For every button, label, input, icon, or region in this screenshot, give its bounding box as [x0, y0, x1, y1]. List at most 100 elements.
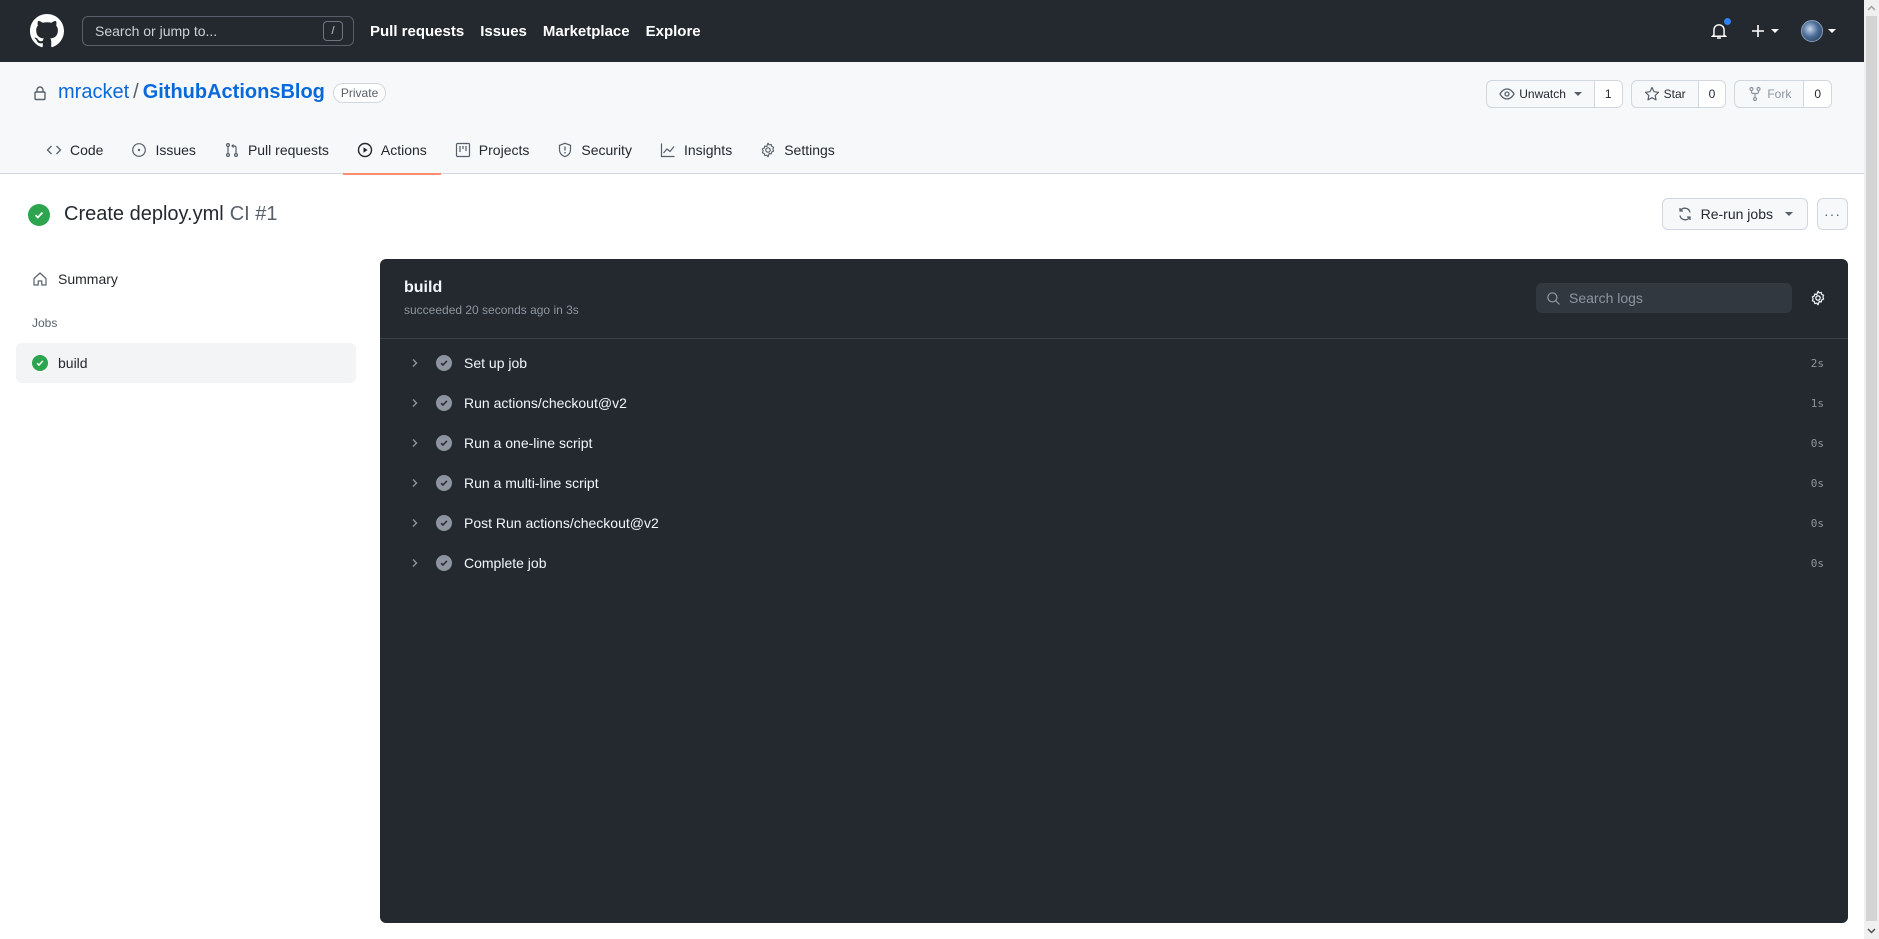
- repo-actions: Unwatch 1 Star 0 Fork 0: [1486, 80, 1832, 108]
- repo-title: mracket / GithubActionsBlog Private: [32, 81, 387, 104]
- step-label: Run actions/checkout@v2: [464, 395, 627, 411]
- watchers-count[interactable]: 1: [1594, 81, 1622, 107]
- graph-icon: [660, 142, 676, 158]
- nav-pull-requests[interactable]: Pull requests: [370, 23, 464, 40]
- step-label: Run a multi-line script: [464, 475, 599, 491]
- tab-insights[interactable]: Insights: [646, 126, 746, 174]
- gear-icon: [760, 142, 776, 158]
- star-label: Star: [1663, 87, 1686, 101]
- avatar: [1801, 20, 1823, 42]
- sidebar-job-build[interactable]: build: [16, 343, 356, 383]
- tab-label: Issues: [155, 142, 196, 158]
- jobs-heading: Jobs: [32, 316, 58, 330]
- step-duration: 0s: [1810, 476, 1824, 490]
- nav-explore[interactable]: Explore: [646, 23, 701, 40]
- step-check-icon: [436, 435, 452, 451]
- check-circle-icon: [28, 203, 50, 226]
- kebab-horizontal-icon: ···: [1824, 206, 1841, 222]
- rerun-jobs-label: Re-run jobs: [1700, 206, 1773, 222]
- run-sidebar: Summary Jobs build: [16, 262, 356, 383]
- step-check-icon: [436, 475, 452, 491]
- step-label: Set up job: [464, 355, 528, 371]
- global-search-input[interactable]: Search or jump to... /: [82, 16, 354, 46]
- code-icon: [46, 142, 62, 158]
- nav-issues[interactable]: Issues: [480, 23, 527, 40]
- fork-button-group: Fork 0: [1734, 80, 1832, 108]
- tab-actions[interactable]: Actions: [342, 126, 441, 175]
- search-shortcut-hint: /: [323, 21, 343, 41]
- tab-label: Settings: [784, 142, 835, 158]
- step-duration: 2s: [1810, 356, 1824, 370]
- unwatch-button[interactable]: Unwatch: [1487, 81, 1595, 107]
- chevron-down-icon: [1828, 29, 1836, 33]
- job-step[interactable]: Complete job 0s: [380, 543, 1848, 583]
- home-icon: [33, 272, 47, 286]
- step-label: Complete job: [464, 555, 547, 571]
- run-actions: Re-run jobs ···: [1661, 198, 1848, 230]
- shield-icon: [557, 142, 573, 158]
- global-header: Search or jump to... / Pull requests Iss…: [0, 0, 1864, 62]
- job-step[interactable]: Run actions/checkout@v2 1s: [380, 383, 1848, 423]
- play-icon: [357, 142, 373, 158]
- job-step[interactable]: Run a multi-line script 0s: [380, 463, 1848, 503]
- star-icon: [1644, 86, 1659, 101]
- nav-marketplace[interactable]: Marketplace: [543, 23, 630, 40]
- repo-name-link[interactable]: GithubActionsBlog: [143, 81, 325, 104]
- repo-tabs: Code Issues Pull requests Actions Projec…: [32, 126, 849, 175]
- job-steps-list: Set up job 2s Run actions/checkout@v2 1s…: [380, 339, 1848, 583]
- star-button-group: Star 0: [1630, 80, 1727, 108]
- tab-pull-requests[interactable]: Pull requests: [210, 126, 343, 174]
- chevron-down-icon: [1785, 212, 1793, 216]
- github-logo-icon[interactable]: [30, 14, 64, 48]
- tab-security[interactable]: Security: [543, 126, 646, 174]
- tab-settings[interactable]: Settings: [746, 126, 849, 174]
- fork-button[interactable]: Fork: [1735, 81, 1805, 107]
- step-duration: 0s: [1810, 556, 1824, 570]
- star-button[interactable]: Star: [1632, 81, 1699, 107]
- job-step[interactable]: Post Run actions/checkout@v2 0s: [380, 503, 1848, 543]
- tab-label: Code: [70, 142, 104, 158]
- run-workflow-number: CI #1: [229, 203, 278, 225]
- tab-label: Actions: [380, 142, 427, 158]
- global-search-placeholder: Search or jump to...: [95, 23, 218, 39]
- forks-count[interactable]: 0: [1804, 81, 1831, 107]
- notification-indicator: [1723, 17, 1732, 26]
- user-menu-button[interactable]: [1801, 20, 1836, 42]
- job-step[interactable]: Run a one-line script 0s: [380, 423, 1848, 463]
- chevron-right-icon: [412, 359, 418, 367]
- step-label: Post Run actions/checkout@v2: [464, 515, 659, 531]
- workflow-run-title: Create deploy.yml CI #1: [28, 203, 278, 226]
- stars-count[interactable]: 0: [1698, 81, 1726, 107]
- more-options-button[interactable]: ···: [1817, 198, 1848, 230]
- tab-issues[interactable]: Issues: [117, 126, 209, 174]
- chevron-right-icon: [412, 519, 418, 527]
- sidebar-item-summary[interactable]: Summary: [16, 262, 356, 296]
- scroll-down-arrow-icon[interactable]: [1864, 923, 1879, 939]
- run-title: Create deploy.yml: [64, 203, 224, 225]
- tab-label: Insights: [683, 142, 733, 158]
- step-label: Run a one-line script: [464, 435, 593, 451]
- repo-path-separator: /: [133, 81, 139, 103]
- step-duration: 0s: [1810, 436, 1824, 450]
- scroll-up-arrow-icon[interactable]: [1864, 0, 1879, 16]
- step-check-icon: [436, 515, 452, 531]
- tab-projects[interactable]: Projects: [441, 126, 544, 174]
- tab-label: Projects: [478, 142, 530, 158]
- search-logs-input[interactable]: Search logs: [1536, 283, 1792, 313]
- repo-owner-link[interactable]: mracket: [58, 81, 129, 104]
- page-scrollbar[interactable]: [1864, 0, 1879, 939]
- global-nav: Pull requests Issues Marketplace Explore: [370, 23, 701, 40]
- tab-code[interactable]: Code: [32, 126, 117, 174]
- create-new-button[interactable]: [1750, 23, 1779, 39]
- log-settings-gear-icon[interactable]: [1810, 290, 1826, 306]
- notifications-button[interactable]: [1710, 17, 1732, 41]
- visibility-badge: Private: [332, 82, 387, 103]
- rerun-jobs-button[interactable]: Re-run jobs: [1661, 198, 1808, 230]
- lock-icon: [34, 85, 46, 100]
- job-step[interactable]: Set up job 2s: [380, 343, 1848, 383]
- fork-icon: [1749, 86, 1761, 102]
- step-check-icon: [436, 555, 452, 571]
- scrollbar-thumb[interactable]: [1866, 16, 1877, 921]
- check-circle-icon: [32, 355, 48, 371]
- sidebar-job-label: build: [58, 355, 88, 371]
